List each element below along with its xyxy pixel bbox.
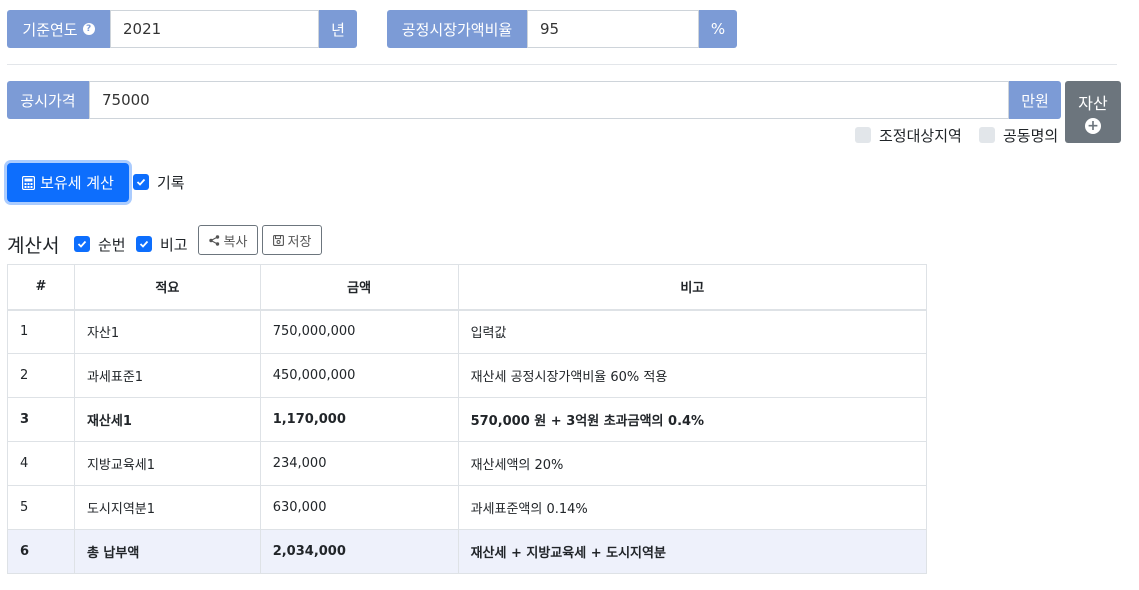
row-amount: 1,170,000: [259, 397, 459, 442]
price-input[interactable]: 75000: [89, 81, 1009, 119]
note-option[interactable]: 비고: [136, 235, 188, 254]
row-index: 3: [7, 397, 75, 442]
calculate-tax-button[interactable]: 보유세 계산: [7, 163, 129, 202]
note-label: 비고: [160, 235, 188, 254]
report-table: # 적요 금액 비고 1 자산1 750,000,000 입력값 2 과세표준1…: [7, 264, 928, 574]
row-item: 총 납부액: [73, 529, 261, 574]
adjust-area-option[interactable]: 조정대상지역: [855, 126, 962, 145]
table-row: 3 재산세1 1,170,000 570,000 원 + 3억원 초과금액의 0…: [7, 397, 928, 442]
row-item: 과세표준1: [73, 353, 261, 398]
row-amount: 630,000: [259, 485, 459, 530]
row-note: 과세표준액의 0.14%: [457, 485, 928, 530]
header-index: #: [7, 264, 75, 311]
copy-label: 복사: [223, 234, 248, 250]
row-item: 도시지역분1: [73, 485, 261, 530]
row-index: 1: [7, 309, 75, 354]
calculator-icon: [22, 175, 36, 190]
row-amount: 234,000: [259, 441, 459, 486]
save-button[interactable]: 저장: [262, 225, 322, 255]
adjust-area-checkbox[interactable]: [855, 127, 871, 143]
row-amount: 750,000,000: [259, 309, 459, 354]
joint-owner-option[interactable]: 공동명의: [979, 126, 1059, 145]
row-note: 재산세액의 20%: [457, 441, 928, 486]
row-note: 입력값: [457, 309, 928, 354]
calculate-tax-label: 보유세 계산: [40, 174, 114, 192]
note-checkbox[interactable]: [136, 236, 152, 252]
row-amount: 450,000,000: [259, 353, 459, 398]
question-circle-icon[interactable]: ?: [82, 23, 95, 35]
copy-button[interactable]: 복사: [198, 225, 258, 255]
market-ratio-unit: %: [699, 10, 737, 48]
save-label: 저장: [287, 234, 312, 250]
table-header-row: # 적요 금액 비고: [7, 264, 928, 311]
table-row: 4 지방교육세1 234,000 재산세액의 20%: [7, 441, 928, 486]
seq-option[interactable]: 순번: [74, 235, 126, 254]
add-asset-button[interactable]: 자산 +: [1065, 81, 1121, 143]
row-index: 4: [7, 441, 75, 486]
year-label: 기준연도 ?: [7, 10, 110, 48]
market-ratio-input[interactable]: 95: [527, 10, 699, 48]
header-item: 적요: [73, 264, 261, 311]
price-unit: 만원: [1009, 81, 1061, 119]
plus-circle-icon: +: [1085, 118, 1101, 134]
header-amount: 금액: [259, 264, 459, 311]
record-option[interactable]: 기록: [133, 173, 185, 192]
record-label: 기록: [157, 173, 185, 192]
floppy-disk-icon: [272, 234, 284, 246]
row-note: 570,000 원 + 3억원 초과금액의 0.4%: [457, 397, 928, 442]
row-item: 지방교육세1: [73, 441, 261, 486]
total-row: 6 총 납부액 2,034,000 재산세 + 지방교육세 + 도시지역분: [7, 529, 928, 574]
row-index: 6: [7, 529, 75, 574]
joint-owner-checkbox[interactable]: [979, 127, 995, 143]
price-label: 공시가격: [7, 81, 89, 119]
divider: [7, 64, 1117, 65]
adjust-area-label: 조정대상지역: [879, 126, 962, 145]
row-amount: 2,034,000: [259, 529, 459, 574]
year-input[interactable]: 2021: [110, 10, 319, 48]
joint-owner-label: 공동명의: [1003, 126, 1059, 145]
year-label-text: 기준연도: [22, 20, 78, 39]
row-item: 재산세1: [73, 397, 261, 442]
row-index: 2: [7, 353, 75, 398]
year-unit: 년: [319, 10, 357, 48]
row-item: 자산1: [73, 309, 261, 354]
row-note: 재산세 + 지방교육세 + 도시지역분: [457, 529, 928, 574]
row-index: 5: [7, 485, 75, 530]
table-row: 5 도시지역분1 630,000 과세표준액의 0.14%: [7, 485, 928, 530]
table-row: 1 자산1 750,000,000 입력값: [7, 309, 928, 354]
seq-label: 순번: [98, 235, 126, 254]
add-asset-label: 자산: [1078, 94, 1108, 113]
table-row: 2 과세표준1 450,000,000 재산세 공정시장가액비율 60% 적용: [7, 353, 928, 398]
report-title: 계산서: [7, 235, 60, 257]
row-note: 재산세 공정시장가액비율 60% 적용: [457, 353, 928, 398]
market-ratio-label: 공정시장가액비율: [387, 10, 527, 48]
header-note: 비고: [457, 264, 928, 311]
seq-checkbox[interactable]: [74, 236, 90, 252]
share-icon: [208, 234, 219, 246]
record-checkbox[interactable]: [133, 174, 149, 190]
